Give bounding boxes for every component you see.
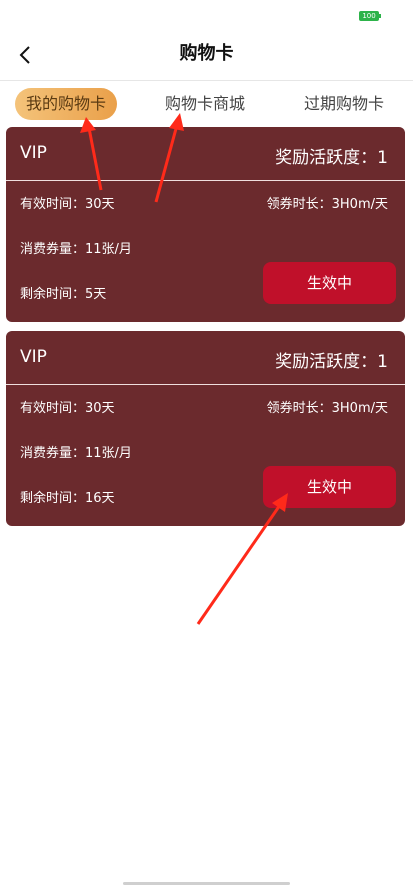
shopping-card: VIP 奖励活跃度：1 有效时间：30天 领券时长：3H0m/天 消费券量：11… <box>6 127 405 322</box>
card-consumption: 消费券量：11张/月 <box>20 446 132 461</box>
card-remaining-time: 剩余时间：5天 <box>20 287 107 302</box>
tab-expired-cards[interactable]: 过期购物卡 <box>298 88 390 120</box>
card-valid-time: 有效时间：30天 <box>20 197 115 212</box>
home-indicator <box>123 882 290 885</box>
page-title: 购物卡 <box>179 43 234 64</box>
card-level: VIP <box>20 143 47 163</box>
card-activity: 奖励活跃度：1 <box>275 352 388 372</box>
card-activity: 奖励活跃度：1 <box>275 148 388 168</box>
header: 购物卡 <box>0 30 413 80</box>
card-level: VIP <box>20 347 47 367</box>
battery-icon: 100 <box>359 11 381 21</box>
header-divider <box>0 80 413 81</box>
card-remaining-time: 剩余时间：16天 <box>20 491 115 506</box>
card-divider <box>6 384 405 385</box>
card-status-button[interactable]: 生效中 <box>263 262 396 304</box>
shopping-card: VIP 奖励活跃度：1 有效时间：30天 领券时长：3H0m/天 消费券量：11… <box>6 331 405 526</box>
tab-card-mall[interactable]: 购物卡商城 <box>158 88 252 120</box>
card-status-button[interactable]: 生效中 <box>263 466 396 508</box>
tab-bar: 我的购物卡 购物卡商城 过期购物卡 <box>0 88 413 122</box>
card-claim-duration: 领券时长：3H0m/天 <box>266 197 388 212</box>
card-divider <box>6 180 405 181</box>
card-claim-duration: 领券时长：3H0m/天 <box>266 401 388 416</box>
tab-my-cards[interactable]: 我的购物卡 <box>15 88 117 120</box>
card-consumption: 消费券量：11张/月 <box>20 242 132 257</box>
status-bar: 100 <box>0 0 413 30</box>
card-valid-time: 有效时间：30天 <box>20 401 115 416</box>
